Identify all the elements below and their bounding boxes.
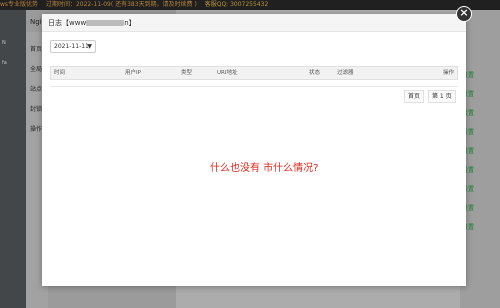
current-page-button[interactable]: 第 1 页 <box>428 90 456 103</box>
column-header-filter: 过滤器 <box>337 70 354 76</box>
column-header-uri: URI地址 <box>217 70 238 76</box>
column-header-ip: 用户IP <box>125 70 141 76</box>
column-header-time: 时间 <box>54 70 66 76</box>
column-header-type: 类型 <box>181 70 193 76</box>
annotation-text: 什么也没有 市什么情况? <box>210 163 319 174</box>
chevron-down-icon: ▼ <box>87 43 92 50</box>
dialog-header: 日志【www n】 <box>42 14 466 32</box>
first-page-button[interactable]: 首页 <box>404 90 425 103</box>
column-header-actions: 操作 <box>443 70 455 76</box>
table-divider <box>50 86 458 87</box>
log-dialog: 日志【www n】 2021-11-11 ▼ 时间 用户IP 类型 URI地址 状… <box>42 14 466 286</box>
dialog-title-suffix: n】 <box>124 19 136 27</box>
column-header-status: 状态 <box>309 70 321 76</box>
close-icon[interactable]: × <box>456 6 472 22</box>
date-filter-select[interactable]: 2021-11-11 ▼ <box>50 40 96 53</box>
redacted-domain <box>86 20 125 26</box>
date-filter-value: 2021-11-11 <box>54 43 89 50</box>
log-table-header: 时间 用户IP 类型 URI地址 状态 过滤器 操作 <box>50 66 458 80</box>
dialog-title-prefix: 日志【www <box>48 19 87 27</box>
